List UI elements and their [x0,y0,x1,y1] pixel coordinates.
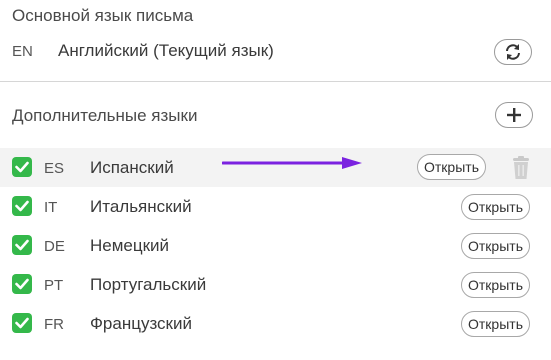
primary-language-code: EN [12,43,33,60]
language-settings-panel: Основной язык письма EN Английский (Теку… [0,0,551,360]
checkmark-icon [15,239,29,251]
checkmark-icon [15,161,29,173]
language-name: Итальянский [90,197,192,216]
open-button[interactable]: Открыть [461,311,530,337]
language-code: DE [44,238,65,255]
language-code: ES [44,160,65,177]
language-code: IT [44,199,58,216]
language-name: Португальский [90,275,207,294]
language-name: Немецкий [90,236,170,255]
open-button[interactable]: Открыть [461,194,530,220]
checkmark-icon [15,317,29,329]
language-checkbox[interactable] [12,235,32,255]
language-row-pt[interactable]: PT Португальский Открыть [0,265,551,304]
plus-icon [507,108,521,122]
checkmark-icon [15,200,29,212]
open-button[interactable]: Открыть [461,272,530,298]
language-checkbox[interactable] [12,313,32,333]
additional-languages-title: Дополнительные языки [12,106,198,125]
trash-icon[interactable] [510,156,532,180]
section-divider [0,81,551,82]
language-code: PT [44,277,64,294]
checkmark-icon [15,278,29,290]
open-button[interactable]: Открыть [417,154,486,180]
open-button[interactable]: Открыть [461,233,530,259]
primary-language-name: Английский (Текущий язык) [58,41,274,60]
language-name: Испанский [90,158,174,177]
language-checkbox[interactable] [12,196,32,216]
language-row-de[interactable]: DE Немецкий Открыть [0,226,551,265]
language-code: FR [44,316,64,333]
language-checkbox[interactable] [12,157,32,177]
language-name: Французский [90,314,192,333]
language-row-it[interactable]: IT Итальянский Открыть [0,187,551,226]
primary-language-title: Основной язык письма [12,6,194,25]
add-language-button[interactable] [495,102,533,128]
change-primary-language-button[interactable] [494,39,532,65]
language-row-fr[interactable]: FR Французский Открыть [0,304,551,343]
refresh-icon [506,44,520,60]
annotation-arrow [222,157,362,169]
primary-language-row: EN Английский (Текущий язык) [0,32,551,72]
language-checkbox[interactable] [12,274,32,294]
